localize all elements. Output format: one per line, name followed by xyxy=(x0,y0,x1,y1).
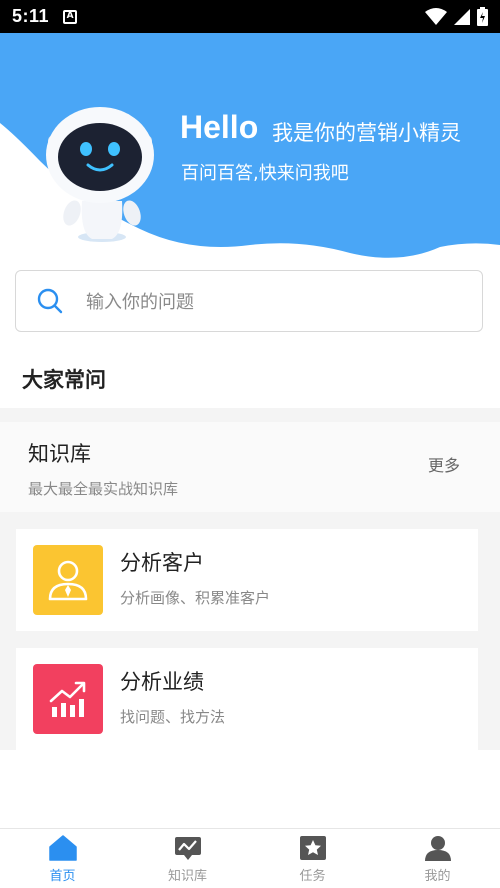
card-title: 分析业绩 xyxy=(120,670,204,694)
more-link[interactable]: 更多 xyxy=(428,452,460,476)
tab-label: 任务 xyxy=(299,869,326,884)
knowledge-icon xyxy=(174,837,201,860)
knowledge-card-analyze-performance[interactable]: 分析业绩 找问题、找方法 xyxy=(16,648,478,750)
app-notification-icon: A xyxy=(63,9,78,24)
tab-label: 知识库 xyxy=(167,869,207,884)
wifi-icon xyxy=(425,7,447,25)
customer-icon xyxy=(48,560,88,601)
hero-banner: Hello 我是你的营销小精灵 百问百答,快来问我吧 xyxy=(0,33,500,265)
knowledge-section-header: 知识库 最大最全最实战知识库 更多 xyxy=(0,422,500,512)
knowledge-subtitle: 最大最全最实战知识库 xyxy=(28,480,179,498)
robot-mascot-icon xyxy=(46,107,154,242)
status-indicators xyxy=(425,7,488,26)
search-icon xyxy=(37,288,63,314)
battery-icon xyxy=(477,7,488,26)
hero-tagline: 百问百答,快来问我吧 xyxy=(181,163,349,184)
tab-profile[interactable]: 我的 xyxy=(375,829,500,888)
chart-up-icon xyxy=(49,681,86,717)
faq-section-title: 大家常问 xyxy=(22,368,106,392)
card-subtitle: 分析画像、积累准客户 xyxy=(120,589,271,607)
hello-heading: Hello xyxy=(180,109,259,145)
home-icon xyxy=(48,835,77,861)
chart-up-icon-tile xyxy=(33,664,103,734)
signal-icon xyxy=(454,8,470,25)
status-bar: 5:11 A xyxy=(0,0,500,33)
card-title: 分析客户 xyxy=(120,551,204,575)
search-placeholder: 输入你的问题 xyxy=(86,292,194,313)
card-subtitle: 找问题、找方法 xyxy=(120,708,226,726)
customer-icon-tile xyxy=(33,545,103,615)
task-star-icon xyxy=(299,836,326,860)
question-search-input[interactable]: 输入你的问题 xyxy=(15,270,483,332)
hello-subheading: 我是你的营销小精灵 xyxy=(272,121,461,145)
tab-home[interactable]: 首页 xyxy=(0,829,125,888)
tab-task[interactable]: 任务 xyxy=(250,829,375,888)
tab-knowledge[interactable]: 知识库 xyxy=(125,829,250,888)
tab-label: 我的 xyxy=(424,869,451,884)
bottom-tab-bar: 首页 知识库 任务 我的 xyxy=(0,828,500,888)
knowledge-card-analyze-customer[interactable]: 分析客户 分析画像、积累准客户 xyxy=(16,529,478,631)
knowledge-title: 知识库 xyxy=(28,442,91,466)
profile-icon xyxy=(424,836,451,861)
section-divider xyxy=(0,408,500,422)
status-time: 5:11 xyxy=(12,6,50,26)
tab-label: 首页 xyxy=(49,869,76,884)
